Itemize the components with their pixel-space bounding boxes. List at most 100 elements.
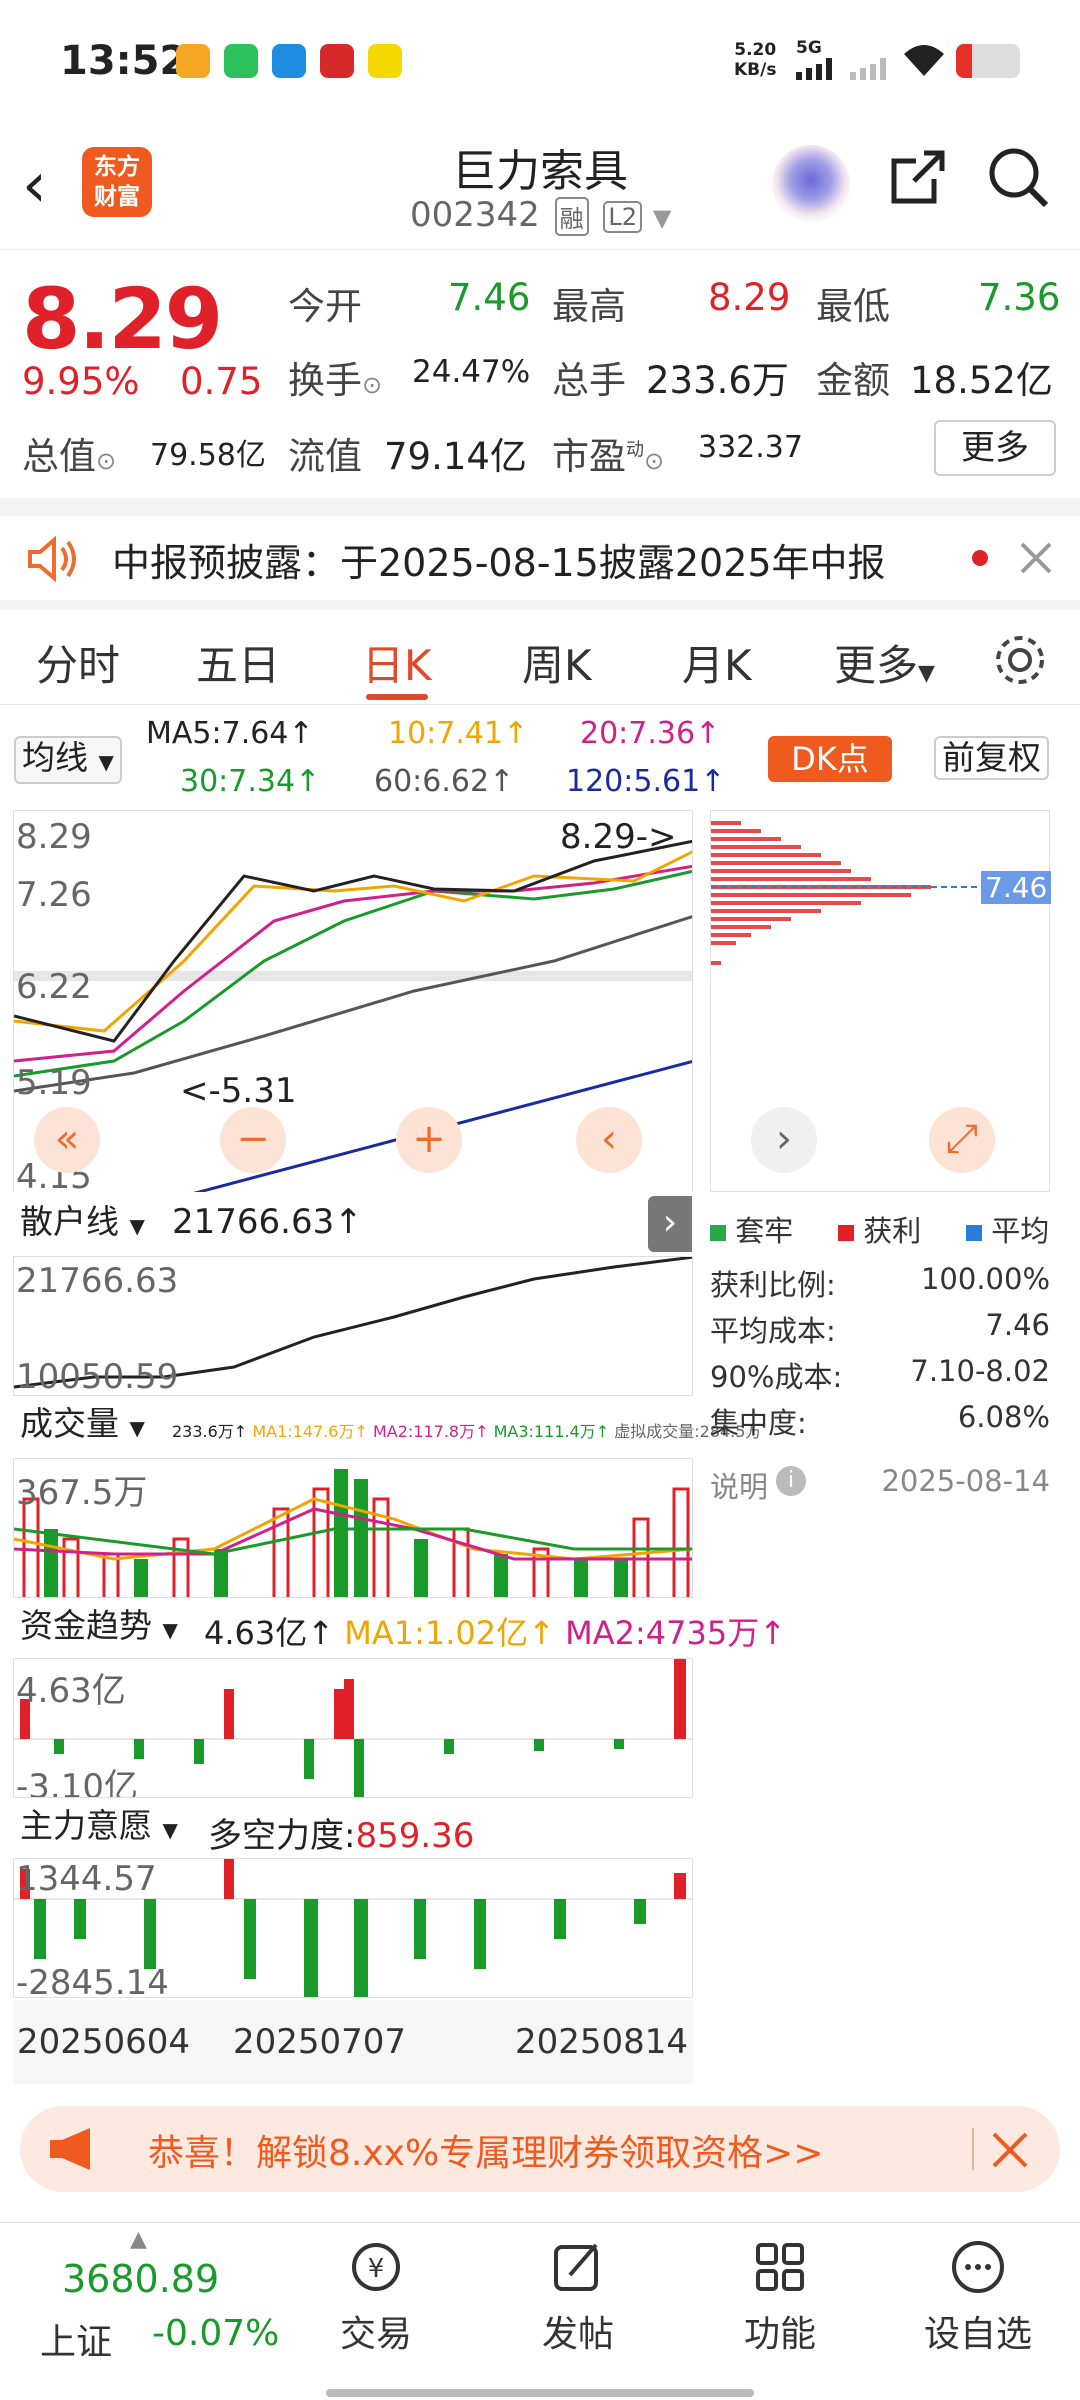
change-percent: 9.95% bbox=[22, 360, 140, 403]
adjust-button[interactable]: 前复权 bbox=[934, 736, 1049, 780]
rewind-icon[interactable]: « bbox=[34, 1107, 100, 1173]
legend-trapped: 套牢 bbox=[710, 1208, 793, 1250]
fund-trend-selector[interactable]: 资金趋势 ▼ bbox=[14, 1606, 184, 1650]
dk-point-button[interactable]: DK点 bbox=[768, 736, 892, 782]
retail-max: 21766.63 bbox=[16, 1261, 179, 1301]
mktcap-value: 79.58亿 bbox=[150, 438, 266, 473]
gear-icon[interactable] bbox=[992, 632, 1048, 688]
zoom-in-icon[interactable]: + bbox=[396, 1107, 462, 1173]
close-icon[interactable] bbox=[1018, 540, 1054, 576]
amount-value: 18.52亿 bbox=[910, 359, 1053, 402]
date-label: 20250814 bbox=[515, 2022, 689, 2062]
chevron-right-icon[interactable]: › bbox=[648, 1196, 692, 1252]
notice-bar[interactable]: 中报预披露：于2025-08-15披露2025年中报 bbox=[0, 516, 1080, 600]
concentration-value: 6.08% bbox=[957, 1400, 1050, 1434]
tab-weekly-k[interactable]: 周K bbox=[522, 632, 592, 693]
yy-app-icon bbox=[368, 44, 402, 78]
chip-stats: 获利比例: 100.00% 平均成本: 7.46 90%成本: 7.10-8.0… bbox=[710, 1262, 1050, 1442]
y-label: 6.22 bbox=[16, 967, 92, 1007]
tab-monthly-k[interactable]: 月K bbox=[682, 632, 752, 693]
stock-code-row[interactable]: 002342 融 L2 ▼ bbox=[410, 195, 671, 236]
chevron-up-icon: ▲ bbox=[130, 2227, 147, 2252]
main-force-strength: 多空力度:859.36 bbox=[208, 1816, 475, 1856]
chip-note[interactable]: 说明 i 2025-08-14 bbox=[710, 1464, 1050, 1504]
chevron-right-icon[interactable]: › bbox=[751, 1107, 817, 1173]
current-price: 8.29 bbox=[22, 270, 223, 368]
chevron-down-icon: ▼ bbox=[162, 1618, 178, 1642]
last-price-marker: 8.29-> bbox=[560, 817, 677, 857]
tab-daily-k[interactable]: 日K bbox=[362, 632, 432, 693]
fund-trend-max: 4.63亿 bbox=[16, 1671, 126, 1711]
status-time: 13:52 bbox=[60, 38, 188, 84]
chart-tabs: 分时 五日 日K 周K 月K 更多▼ bbox=[0, 610, 1080, 705]
y-label: 7.26 bbox=[16, 875, 92, 915]
chip-distribution-chart[interactable]: 7.46 › ⤢ bbox=[710, 810, 1052, 1192]
divider bbox=[0, 600, 1080, 610]
battery-icon bbox=[956, 44, 1020, 78]
index-value: 3680.89 bbox=[62, 2257, 220, 2301]
cost-90-value: 7.10-8.02 bbox=[910, 1354, 1050, 1388]
promo-banner[interactable]: 恭喜！解锁8.xx%专属理财券领取资格>> bbox=[20, 2106, 1060, 2192]
scroll-left-icon[interactable]: ‹ bbox=[576, 1107, 642, 1173]
mktcap-label: 总值⊙ bbox=[22, 435, 117, 478]
volume-legend: 233.6万↑ MA1:147.6万↑ MA2:117.8万↑ MA3:111.… bbox=[172, 1422, 762, 1441]
volume-selector[interactable]: 成交量 ▼ bbox=[14, 1404, 151, 1448]
network-speed: 5.20 KB/s bbox=[734, 40, 777, 80]
grid-icon bbox=[756, 2243, 804, 2291]
info-icon: ⊙ bbox=[644, 447, 665, 475]
ma10-value: 10:7.41↑ bbox=[388, 716, 529, 751]
open-label: 今开 bbox=[288, 285, 362, 328]
more-quote-button[interactable]: 更多 bbox=[934, 420, 1056, 476]
stock-code: 002342 bbox=[410, 195, 540, 235]
legend-average: 平均 bbox=[966, 1208, 1049, 1250]
index-name: 上证 bbox=[40, 2322, 113, 2363]
fund-trend-chart[interactable]: 4.63亿 -3.10亿 bbox=[13, 1658, 693, 1798]
chevron-down-icon: ▼ bbox=[162, 1818, 178, 1842]
pe-value: 332.37 bbox=[698, 430, 803, 465]
nav-post[interactable]: 发帖 bbox=[508, 2239, 648, 2357]
date-label: 20250604 bbox=[17, 2022, 191, 2062]
retail-line-chart[interactable]: 21766.63 10050.59 bbox=[13, 1256, 693, 1396]
zoom-out-icon[interactable]: − bbox=[220, 1107, 286, 1173]
cost-90-label: 90%成本: bbox=[710, 1360, 843, 1394]
low-label: 最低 bbox=[816, 285, 890, 328]
index-ticker[interactable]: ▲ 3680.89 上证 -0.07% bbox=[20, 2227, 280, 2377]
concentration-label: 集中度: bbox=[710, 1406, 807, 1440]
info-icon: ⊙ bbox=[362, 371, 383, 399]
app-notification-icon bbox=[176, 44, 210, 78]
turnover-value: 24.47% bbox=[412, 354, 531, 390]
ai-assistant-icon[interactable] bbox=[772, 145, 850, 223]
search-icon[interactable] bbox=[986, 145, 1052, 211]
main-force-chart[interactable]: 1344.57 -2845.14 bbox=[13, 1858, 693, 1998]
nav-add-watchlist[interactable]: 设自选 bbox=[908, 2239, 1048, 2357]
main-force-selector[interactable]: 主力意愿 ▼ bbox=[14, 1806, 184, 1850]
volume-chart[interactable]: 367.5万 bbox=[13, 1458, 693, 1598]
tab-more[interactable]: 更多▼ bbox=[834, 632, 935, 693]
chevron-down-icon: ▼ bbox=[652, 204, 672, 232]
quote-panel: 8.29 9.95% 0.75 今开 7.46 最高 8.29 最低 7.36 … bbox=[0, 250, 1080, 498]
nav-trade[interactable]: ¥ 交易 bbox=[306, 2239, 446, 2357]
tab-five-day[interactable]: 五日 bbox=[196, 632, 280, 693]
profit-ratio-value: 100.00% bbox=[920, 1262, 1050, 1296]
kline-chart[interactable]: 8.29 7.26 6.22 5.19 4.15 8.29-> <-5.31 «… bbox=[13, 810, 693, 1192]
share-icon[interactable] bbox=[884, 145, 950, 211]
chevron-down-icon: ▼ bbox=[918, 661, 935, 686]
ma-selector[interactable]: 均线 ▼ bbox=[14, 736, 122, 784]
chevron-down-icon: ▼ bbox=[98, 750, 114, 774]
trade-icon: ¥ bbox=[352, 2243, 400, 2291]
amount-label: 金额 bbox=[816, 359, 890, 402]
chevron-down-icon: ▼ bbox=[129, 1214, 145, 1238]
status-bar: 13:52 5.20 KB/s 5G bbox=[0, 0, 1080, 125]
avg-cost-tag: 7.46 bbox=[981, 871, 1052, 904]
retail-line-selector[interactable]: 散户线 ▼ bbox=[14, 1202, 151, 1246]
home-indicator bbox=[326, 2389, 754, 2397]
expand-icon[interactable]: ⤢ bbox=[929, 1107, 995, 1173]
fund-trend-legend: 4.63亿↑ MA1:1.02亿↑ MA2:4735万↑ bbox=[204, 1614, 787, 1652]
tab-intraday[interactable]: 分时 bbox=[36, 632, 120, 693]
nav-functions[interactable]: 功能 bbox=[710, 2239, 850, 2357]
y-label: 5.19 bbox=[16, 1063, 92, 1103]
close-icon[interactable] bbox=[990, 2130, 1030, 2170]
chip-date: 2025-08-14 bbox=[881, 1464, 1050, 1498]
notice-text: 中报预披露：于2025-08-15披露2025年中报 bbox=[112, 541, 886, 585]
ma5-value: MA5:7.64↑ bbox=[146, 716, 314, 751]
